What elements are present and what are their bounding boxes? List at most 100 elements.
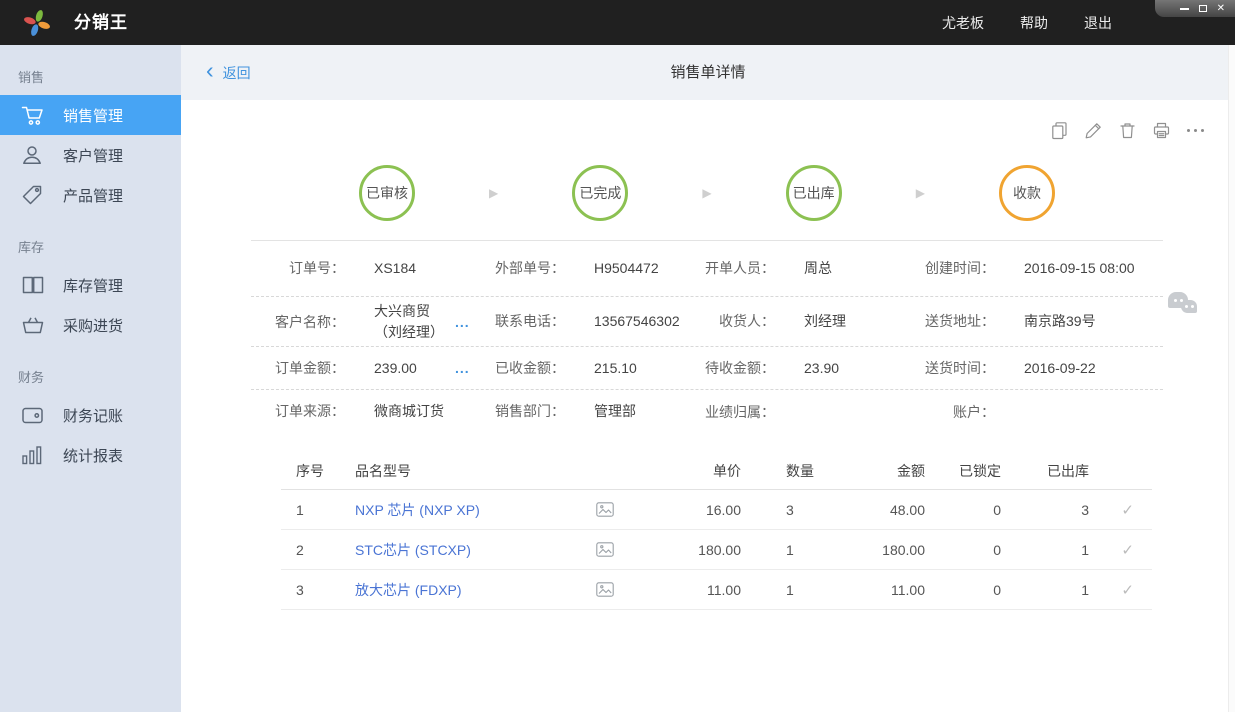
field-label: 订单金额： <box>275 359 345 376</box>
topbar: 分销王 尤老板 帮助 退出 ✕ <box>0 0 1235 45</box>
basket-icon <box>21 315 48 336</box>
sidebar-item-purchasing[interactable]: 采购进货 <box>0 305 181 345</box>
chevron-left-icon: ‹ <box>206 57 214 83</box>
sidebar-item-label: 客户管理 <box>63 147 124 165</box>
minimize-icon[interactable] <box>1179 7 1189 10</box>
wallet-icon <box>21 406 48 425</box>
field-label: 账户： <box>953 403 995 420</box>
sidebar-item-statistics-report[interactable]: 统计报表 <box>0 435 181 475</box>
back-label: 返回 <box>222 64 251 81</box>
cell-amount: 180.00 <box>882 541 925 558</box>
field-label: 送货地址： <box>925 313 995 330</box>
sales-department-field: 销售部门： 管理部 <box>470 401 680 421</box>
field-value: 23.90 <box>804 359 840 376</box>
scrollbar[interactable] <box>1228 45 1235 712</box>
cell-shipped: 1 <box>1081 581 1089 598</box>
customer-more-link[interactable]: ... <box>455 314 470 330</box>
more-icon[interactable] <box>1185 120 1205 140</box>
order-source-field: 订单来源： 微商城订货 <box>251 401 470 421</box>
field-value: XS184 <box>374 260 417 277</box>
status-step-shipped[interactable]: 已出库 <box>785 165 842 221</box>
field-value: 13567546302 <box>594 313 680 330</box>
check-icon: ✓ <box>1121 541 1134 559</box>
cell-qty: 1 <box>786 581 794 598</box>
cell-seq: 1 <box>296 501 304 518</box>
edit-icon[interactable] <box>1083 120 1103 140</box>
field-value: 微商城订货 <box>374 403 444 420</box>
sidebar-section-finance: 财务 <box>18 370 45 385</box>
sidebar-item-bookkeeping[interactable]: 财务记账 <box>0 395 181 435</box>
sidebar-item-product-management[interactable]: 产品管理 <box>0 175 181 215</box>
field-value: 管理部 <box>594 403 636 420</box>
col-header-name: 品名型号 <box>355 462 411 479</box>
sidebar-item-label: 统计报表 <box>63 447 124 465</box>
bar-chart-icon <box>21 445 48 465</box>
print-icon[interactable] <box>1151 120 1171 140</box>
table-row: 1 NXP 芯片 (NXP XP) 16.00 3 48.00 0 3 ✓ <box>281 490 1152 530</box>
col-header-price: 单价 <box>713 462 741 479</box>
order-info-section: 订单号： XS184 外部单号： H9504472 开单人员： 周总 创建时间：… <box>251 241 1163 433</box>
sidebar-item-label: 采购进货 <box>63 317 124 335</box>
maximize-icon[interactable] <box>1198 5 1207 12</box>
product-table: 序号 品名型号 单价 数量 金额 已锁定 已出库 1 NXP 芯片 (NXP X… <box>281 452 1152 610</box>
sidebar-item-inventory-management[interactable]: 库存管理 <box>0 265 181 305</box>
arrow-right-icon: ▶ <box>915 186 925 200</box>
field-value: 周总 <box>804 260 832 277</box>
status-step-approved[interactable]: 已审核 <box>359 165 415 221</box>
status-step-collect-payment[interactable]: 收款 <box>998 165 1055 221</box>
table-header-row: 序号 品名型号 单价 数量 金额 已锁定 已出库 <box>281 452 1152 490</box>
sidebar-item-label: 库存管理 <box>63 277 124 295</box>
col-header-seq: 序号 <box>296 462 324 479</box>
sidebar: 销售 销售管理 客户管理 产品管理 库存 库存管理 采购进货 财务 财务记账 统… <box>0 45 181 712</box>
field-value: 刘经理 <box>804 313 846 330</box>
product-link[interactable]: 放大芯片 (FDXP) <box>355 580 585 600</box>
topbar-user-menu[interactable]: 尤老板 <box>924 13 1002 33</box>
product-image-icon[interactable] <box>585 502 625 517</box>
cell-shipped: 3 <box>1081 501 1089 518</box>
topbar-help[interactable]: 帮助 <box>1002 13 1066 33</box>
product-image-icon[interactable] <box>585 582 625 597</box>
wechat-icon[interactable] <box>1168 292 1202 322</box>
book-icon <box>21 275 48 295</box>
order-amount-field: 订单金额： 239.00 ... <box>251 358 470 378</box>
account-field: 账户： <box>895 402 1163 422</box>
field-value: 南京路39号 <box>1024 313 1096 330</box>
sidebar-section-inventory: 库存 <box>18 240 45 255</box>
product-link[interactable]: NXP 芯片 (NXP XP) <box>355 500 585 520</box>
order-status-flow: 已审核 ▶ 已完成 ▶ 已出库 ▶ 收款 <box>251 160 1163 226</box>
page-title: 销售单详情 <box>670 64 746 81</box>
back-button[interactable]: ‹ 返回 <box>206 45 251 100</box>
window-controls: ✕ <box>1155 0 1235 17</box>
received-amount-field: 已收金额： 215.10 <box>470 358 680 378</box>
copy-icon[interactable] <box>1049 120 1069 140</box>
cell-seq: 3 <box>296 581 304 598</box>
status-step-completed[interactable]: 已完成 <box>572 165 629 221</box>
cell-seq: 2 <box>296 541 304 558</box>
created-time-field: 创建时间： 2016-09-15 08:00 <box>895 258 1163 278</box>
field-label: 销售部门： <box>495 403 565 420</box>
amount-more-link[interactable]: ... <box>455 360 470 376</box>
cell-locked: 0 <box>993 541 1001 558</box>
user-icon <box>21 144 48 166</box>
field-label: 外部单号： <box>495 260 565 277</box>
app-name: 分销王 <box>74 13 128 32</box>
customer-name-field: 客户名称： 大兴商贸 （刘经理） ... <box>251 301 470 342</box>
topbar-logout[interactable]: 退出 <box>1066 13 1130 33</box>
delete-icon[interactable] <box>1117 120 1137 140</box>
product-image-icon[interactable] <box>585 542 625 557</box>
close-icon[interactable]: ✕ <box>1217 3 1225 14</box>
sidebar-item-label: 销售管理 <box>63 107 124 125</box>
cart-icon <box>21 105 48 126</box>
delivery-address-field: 送货地址： 南京路39号 <box>895 311 1163 331</box>
sidebar-item-customer-management[interactable]: 客户管理 <box>0 135 181 175</box>
col-header-shipped: 已出库 <box>1047 462 1089 479</box>
table-row: 2 STC芯片 (STCXP) 180.00 1 180.00 0 1 ✓ <box>281 530 1152 570</box>
sidebar-item-sales-management[interactable]: 销售管理 <box>0 95 181 135</box>
sidebar-item-label: 产品管理 <box>63 187 124 205</box>
cell-amount: 11.00 <box>891 581 925 598</box>
cell-price: 11.00 <box>707 581 741 598</box>
cell-locked: 0 <box>993 501 1001 518</box>
order-info-row: 客户名称： 大兴商贸 （刘经理） ... 联系电话： 13567546302 收… <box>251 297 1163 347</box>
product-link[interactable]: STC芯片 (STCXP) <box>355 540 585 560</box>
order-action-toolbar <box>1049 120 1205 140</box>
